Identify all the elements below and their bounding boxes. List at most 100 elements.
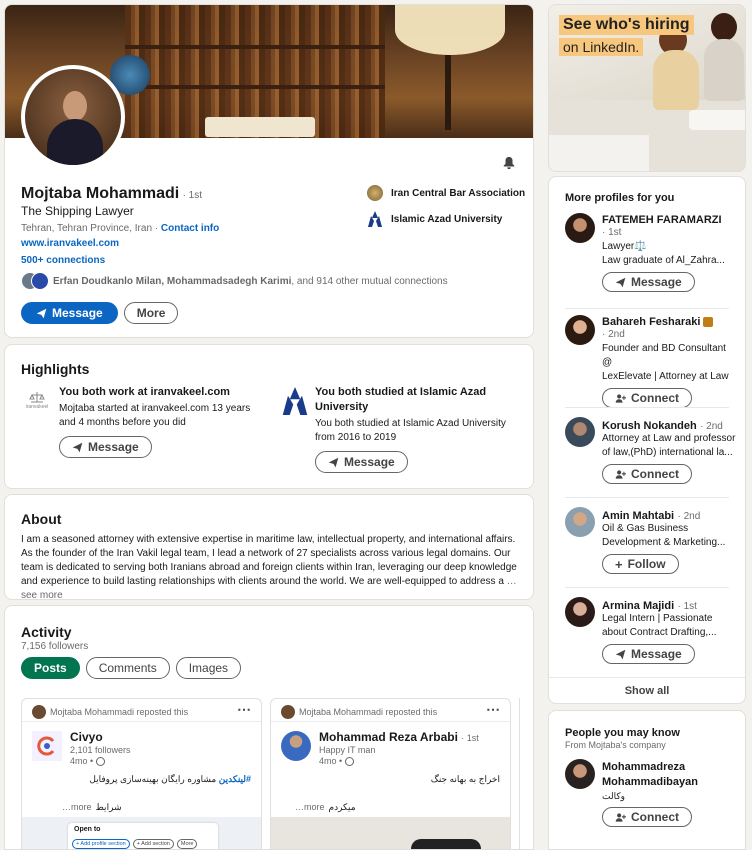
preview-title: Open to bbox=[74, 826, 101, 833]
post-text-line2: میکردم bbox=[328, 802, 356, 812]
civyo-logo-icon bbox=[32, 731, 62, 761]
suggestion-message-button[interactable]: Message bbox=[602, 272, 695, 292]
post-more-link[interactable]: …more bbox=[295, 802, 325, 813]
post-hashtag[interactable]: #لینکدین bbox=[219, 774, 251, 784]
pymk-name-line2[interactable]: Mohammadibayan bbox=[602, 775, 732, 790]
post-author-degree: · 1st bbox=[461, 733, 479, 743]
avatar[interactable] bbox=[565, 417, 595, 447]
bell-icon[interactable] bbox=[501, 155, 517, 171]
suggestion-name[interactable]: Korush Nokandeh bbox=[602, 420, 697, 432]
website-link[interactable]: www.iranvakeel.com bbox=[21, 238, 119, 249]
highlights-card: Highlights iranvakeel You both work at i… bbox=[4, 344, 534, 489]
message-button[interactable]: Message bbox=[21, 302, 118, 324]
suggestion-headline-2: Law graduate of Al_Zahra... bbox=[602, 255, 725, 266]
send-icon bbox=[615, 277, 626, 287]
profile-suggestion: FATEMEH FARAMARZI · 1st Lawyer⚖️ Law gra… bbox=[565, 213, 729, 303]
suggestion-follow-button[interactable]: + Follow bbox=[602, 554, 679, 574]
post-card[interactable]: Mojtaba Mohammadi reposted this ⋯ Mohamm… bbox=[270, 698, 511, 849]
suggestion-name[interactable]: Bahareh Fesharaki bbox=[602, 316, 700, 328]
globe-icon bbox=[96, 756, 106, 766]
avatar[interactable] bbox=[565, 315, 595, 345]
location-separator: · bbox=[154, 223, 159, 234]
follower-count: 7,156 followers bbox=[21, 641, 89, 652]
contact-info-link[interactable]: Contact info bbox=[161, 223, 219, 234]
post-preview-image[interactable]: Open to + Add profile section + Add sect… bbox=[22, 817, 261, 849]
post-card[interactable]: Mojtaba Mohammadi reposted this ⋯ Civyo … bbox=[21, 698, 262, 849]
highlight-work-message-button[interactable]: Message bbox=[59, 436, 152, 458]
suggestion-message-button[interactable]: Message bbox=[602, 644, 695, 664]
bar-association-logo-icon bbox=[367, 185, 383, 201]
pymk-connect-label: Connect bbox=[631, 810, 679, 824]
more-options-icon[interactable]: ⋯ bbox=[237, 701, 251, 718]
suggestion-name[interactable]: Amin Mahtabi bbox=[602, 510, 674, 522]
avatar[interactable] bbox=[565, 213, 595, 243]
plus-icon: + bbox=[615, 556, 623, 572]
post-preview-image[interactable] bbox=[271, 817, 510, 849]
org-item-university[interactable]: Islamic Azad University bbox=[367, 209, 525, 229]
more-profiles-card: More profiles for you FATEMEH FARAMARZI … bbox=[548, 176, 746, 704]
pymk-desc: وکالت bbox=[602, 791, 625, 801]
connections-link[interactable]: 500+ connections bbox=[21, 255, 105, 266]
suggestion-headline-2: about Contract Drafting,... bbox=[602, 627, 717, 638]
suggestion-connect-button[interactable]: Connect bbox=[602, 464, 692, 484]
reposter-avatar bbox=[281, 705, 295, 719]
activity-card: Activity 7,156 followers Posts Comments … bbox=[4, 605, 534, 850]
post-author[interactable]: Civyo bbox=[70, 730, 103, 744]
highlight-school-message-button[interactable]: Message bbox=[315, 451, 408, 473]
globe-icon bbox=[345, 756, 355, 766]
more-button[interactable]: More bbox=[123, 302, 179, 324]
azad-university-logo-icon bbox=[282, 387, 308, 415]
profile-suggestion: Bahareh Fesharaki · 2nd Founder and BD C… bbox=[565, 315, 729, 408]
org-item-bar[interactable]: Iran Central Bar Association bbox=[367, 183, 525, 203]
more-profiles-title: More profiles for you bbox=[565, 192, 675, 204]
pymk-name-line1[interactable]: Mohammadreza bbox=[602, 760, 732, 775]
suggestion-connect-label: Connect bbox=[631, 391, 679, 405]
suggestion-headline-1: Legal Intern | Passionate bbox=[602, 613, 713, 624]
location: Tehran, Tehran Province, Iran bbox=[21, 223, 153, 234]
suggestion-connect-button[interactable]: Connect bbox=[602, 388, 692, 408]
repost-label: Mojtaba Mohammadi reposted this bbox=[299, 707, 438, 717]
about-card: About I am a seasoned attorney with exte… bbox=[4, 494, 534, 600]
suggestion-name[interactable]: Armina Majidi bbox=[602, 600, 674, 612]
send-icon bbox=[36, 308, 47, 318]
post-more-link[interactable]: …more bbox=[62, 802, 92, 813]
suggestion-connect-label: Connect bbox=[631, 467, 679, 481]
profile-headline: The Shipping Lawyer bbox=[21, 204, 134, 218]
suggestion-follow-label: Follow bbox=[627, 557, 666, 571]
post-author-meta: Happy IT man bbox=[319, 745, 376, 755]
suggestion-name[interactable]: FATEMEH FARAMARZI bbox=[602, 214, 732, 226]
highlight-work-title: You both work at iranvakeel.com bbox=[59, 386, 230, 398]
tab-images[interactable]: Images bbox=[175, 657, 242, 679]
profile-avatar[interactable] bbox=[21, 65, 125, 169]
send-icon bbox=[328, 457, 339, 467]
add-person-icon bbox=[615, 469, 626, 479]
hiring-ad[interactable]: See who's hiring on LinkedIn. bbox=[548, 4, 746, 172]
suggestion-message-label: Message bbox=[631, 647, 682, 661]
show-all-button[interactable]: Show all bbox=[549, 685, 745, 697]
mutual-connections[interactable]: Erfan Doudkanlo Milan, Mohammadsadegh Ka… bbox=[21, 272, 448, 290]
avatar[interactable] bbox=[565, 507, 595, 537]
highlight-school-message-label: Message bbox=[344, 455, 395, 469]
author-avatar[interactable] bbox=[281, 731, 311, 761]
highlight-school-desc: You both studied at Islamic Azad Univers… bbox=[315, 418, 506, 443]
activity-title: Activity bbox=[21, 624, 72, 640]
suggestion-headline-2: Development & Marketing... bbox=[602, 537, 726, 548]
more-options-icon[interactable]: ⋯ bbox=[486, 701, 500, 718]
people-you-may-know-card: People you may know From Mojtaba's compa… bbox=[548, 710, 746, 850]
avatar[interactable] bbox=[565, 597, 595, 627]
preview-btn3: More bbox=[176, 839, 198, 849]
mutual-avatars bbox=[21, 272, 51, 290]
post-author-meta: 2,101 followers bbox=[70, 745, 131, 755]
tab-posts[interactable]: Posts bbox=[21, 657, 80, 679]
post-author[interactable]: Mohammad Reza Arbabi bbox=[319, 730, 458, 744]
linkedin-premium-icon bbox=[703, 317, 714, 327]
tab-comments[interactable]: Comments bbox=[85, 657, 170, 679]
avatar[interactable] bbox=[565, 759, 595, 789]
profile-suggestion: Amin Mahtabi · 2nd Oil & Gas Business De… bbox=[565, 507, 729, 587]
iranvakeel-logo-text: iranvakeel bbox=[25, 404, 49, 410]
pymk-connect-button[interactable]: Connect bbox=[602, 807, 692, 827]
suggestion-degree: · 1st bbox=[677, 601, 697, 612]
suggestion-headline-1: Oil & Gas Business bbox=[602, 523, 689, 534]
org2-label: Islamic Azad University bbox=[391, 213, 503, 225]
post-time: 4mo • bbox=[70, 756, 94, 766]
